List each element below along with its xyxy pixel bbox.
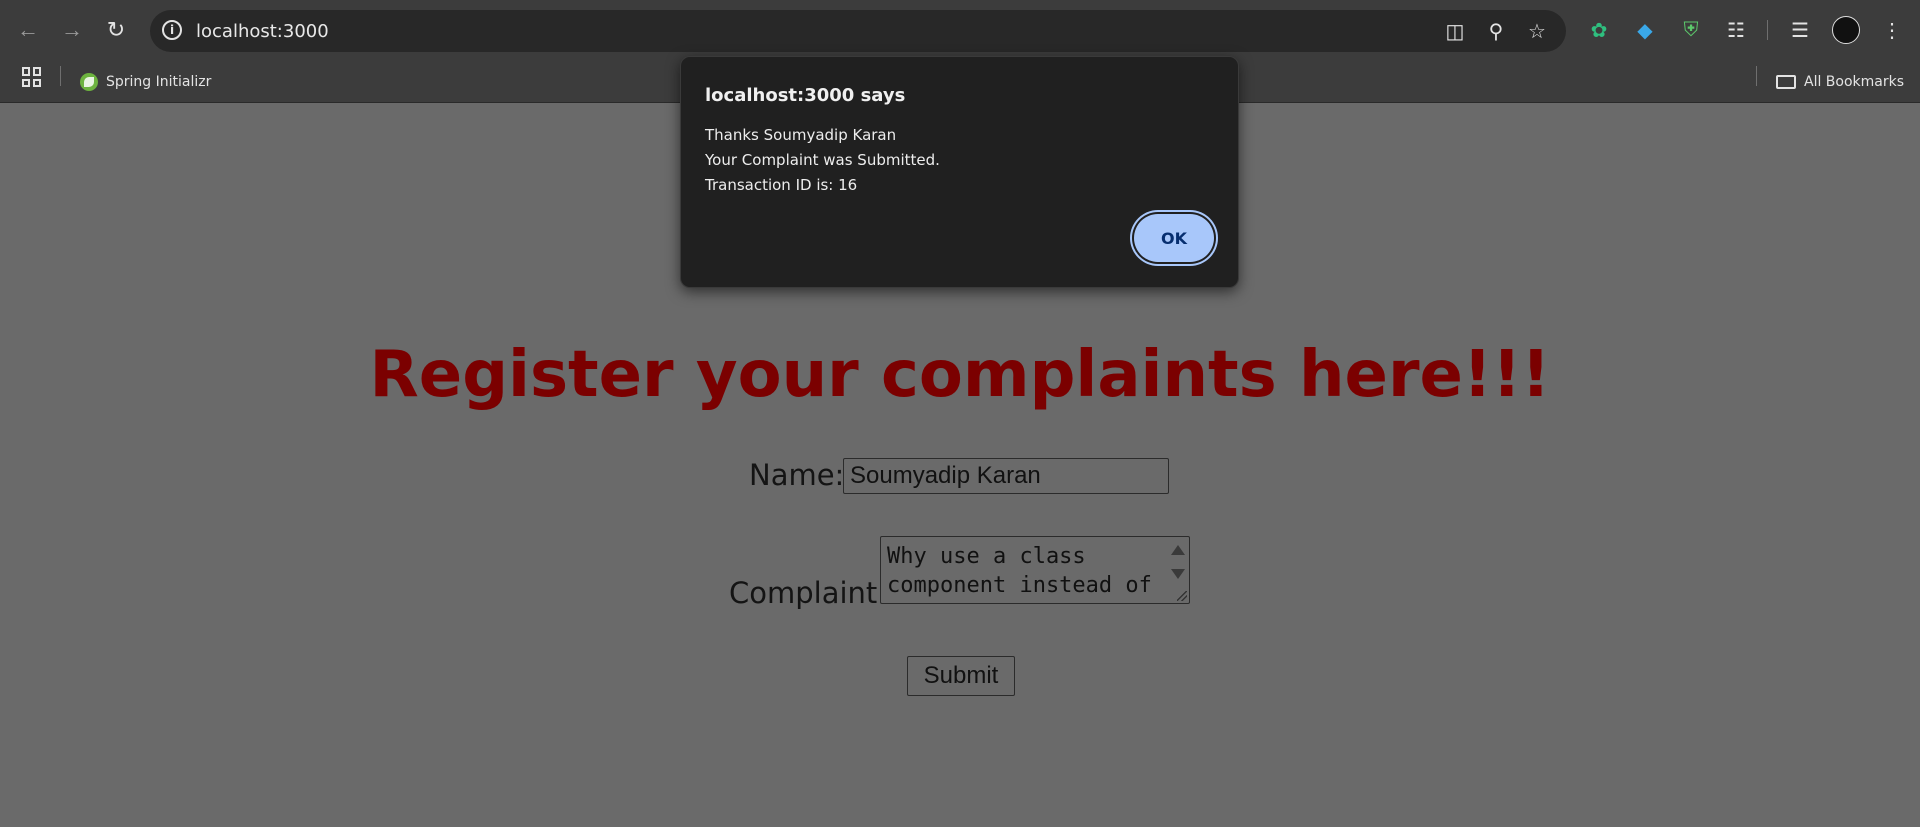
dialog-message-line: Thanks Soumyadip Karan	[705, 126, 897, 144]
name-input[interactable]: Soumyadip Karan	[843, 458, 1169, 494]
profile-avatar[interactable]	[1832, 16, 1860, 44]
dialog-message-line: Your Complaint was Submitted.	[705, 151, 940, 169]
bookmark-label: Spring Initializr	[106, 74, 212, 90]
apps-grid-icon[interactable]	[22, 67, 42, 87]
install-app-icon[interactable]: ◫	[1440, 20, 1470, 43]
dialog-message-line: Transaction ID is: 16	[705, 176, 858, 194]
complaint-label: Complaint:	[729, 576, 888, 610]
address-bar[interactable]: i localhost:3000 ◫ ⚲ ☆	[150, 10, 1566, 52]
site-info-icon[interactable]: i	[162, 20, 182, 40]
bookmark-star-icon[interactable]: ☆	[1522, 20, 1552, 43]
scroll-down-arrow-icon[interactable]	[1171, 569, 1185, 579]
forward-icon[interactable]: →	[54, 12, 90, 48]
reload-icon[interactable]: ↻	[98, 12, 134, 48]
all-bookmarks-label: All Bookmarks	[1804, 74, 1905, 90]
zoom-icon[interactable]: ⚲	[1481, 20, 1511, 43]
bookmark-divider	[60, 66, 61, 86]
alert-dialog: localhost:3000 says Thanks Soumyadip Kar…	[680, 56, 1239, 288]
bookmark-spring-initializr[interactable]: Spring Initializr	[80, 69, 211, 95]
url-text: localhost:3000	[196, 21, 329, 42]
resize-handle-icon[interactable]	[1177, 591, 1187, 601]
complaint-text: Why use a class component instead of	[887, 544, 1152, 598]
page-title: Register your complaints here!!!	[369, 338, 1551, 412]
extension-diamond-icon[interactable]: ◆	[1631, 16, 1659, 44]
back-icon[interactable]: ←	[10, 12, 46, 48]
spring-logo-icon	[80, 73, 98, 91]
complaint-textarea[interactable]: Why use a class component instead of	[880, 536, 1190, 604]
dialog-title: localhost:3000 says	[705, 85, 906, 106]
browser-toolbar: ← → ↻ i localhost:3000 ◫ ⚲ ☆ ✿ ◆ ⛨ ☷ ☰ ⋮	[0, 0, 1920, 60]
folder-icon	[1776, 75, 1796, 89]
menu-kebab-icon[interactable]: ⋮	[1878, 16, 1906, 44]
scroll-up-arrow-icon[interactable]	[1171, 545, 1185, 555]
ok-button[interactable]: OK	[1134, 214, 1214, 262]
extensions-puzzle-icon[interactable]: ☷	[1722, 16, 1750, 44]
bookmark-divider-right	[1756, 66, 1757, 86]
submit-button[interactable]: Submit	[907, 656, 1015, 696]
all-bookmarks-button[interactable]: All Bookmarks	[1776, 69, 1904, 95]
reading-list-icon[interactable]: ☰	[1786, 16, 1814, 44]
toolbar-divider	[1767, 20, 1768, 40]
name-label: Name:	[749, 458, 845, 492]
extension-shield-icon[interactable]: ⛨	[1677, 16, 1705, 44]
extension-leaf-icon[interactable]: ✿	[1585, 16, 1613, 44]
